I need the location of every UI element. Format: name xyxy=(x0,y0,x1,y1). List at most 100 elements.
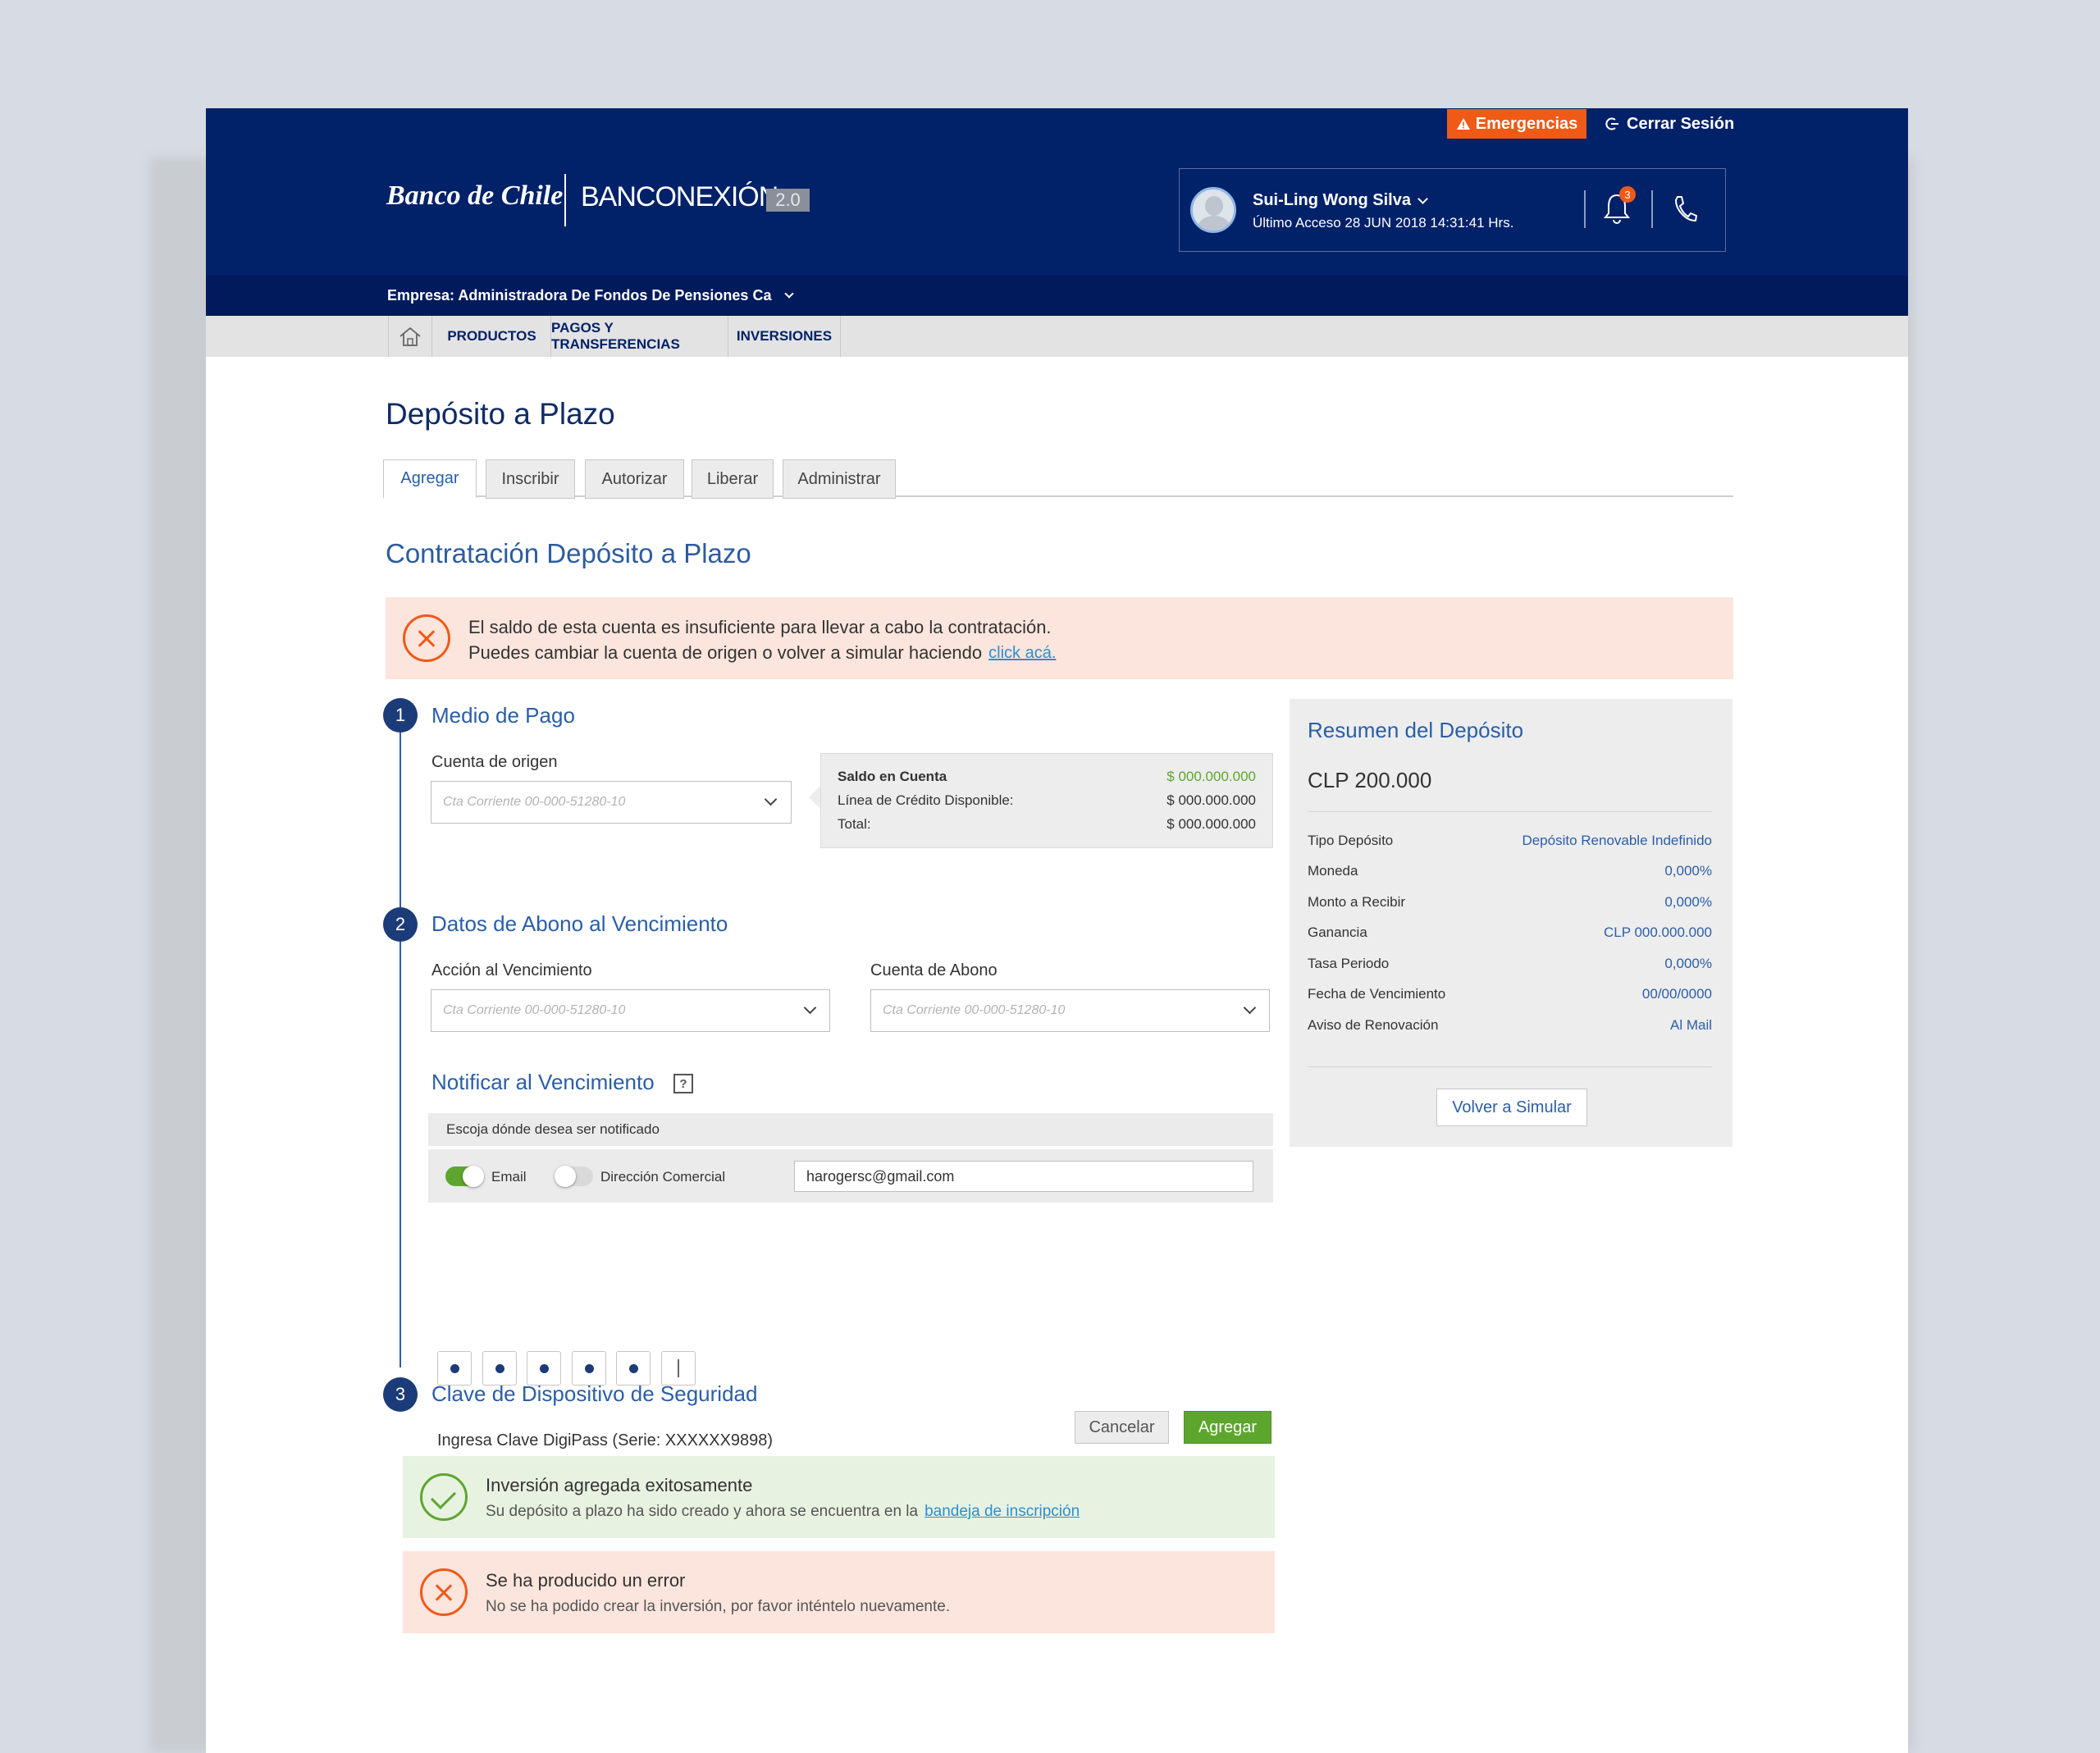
product-version-badge: 2.0 xyxy=(766,189,810,212)
error-icon xyxy=(420,1568,468,1616)
chevron-down-icon xyxy=(764,792,778,806)
cancel-button[interactable]: Cancelar xyxy=(1075,1411,1169,1444)
summary-label: Tipo Depósito xyxy=(1308,833,1394,848)
pin-digit[interactable] xyxy=(616,1351,651,1386)
summary-row: Moneda 0,000% xyxy=(1308,863,1712,879)
steps-line xyxy=(399,729,401,1367)
tab-administrar[interactable]: Administrar xyxy=(783,459,896,499)
success-text: Su depósito a plazo ha sido creado y aho… xyxy=(486,1503,919,1520)
success-alert xyxy=(403,1456,1275,1538)
logo-divider xyxy=(564,174,566,226)
resimulate-button[interactable]: Volver a Simular xyxy=(1436,1089,1587,1126)
summary-value: Depósito Renovable Indefinido xyxy=(1522,833,1712,848)
nav-pagos-transferencias[interactable]: PAGOS Y TRANSFERENCIAS xyxy=(551,316,728,357)
address-toggle[interactable] xyxy=(555,1166,593,1187)
error-icon xyxy=(403,614,450,662)
company-name: Empresa: Administradora De Fondos De Pen… xyxy=(387,287,772,304)
company-selector[interactable]: Empresa: Administradora De Fondos De Pen… xyxy=(387,287,795,304)
user-name: Sui-Ling Wong Silva xyxy=(1253,191,1411,209)
summary-value: 0,000% xyxy=(1664,894,1712,910)
chevron-down-icon xyxy=(1418,193,1428,204)
balance-label: Saldo en Cuenta xyxy=(838,769,947,784)
maturity-action-select[interactable]: Cta Corriente 00-000-51280-10 xyxy=(431,989,830,1032)
home-icon xyxy=(399,326,421,346)
summary-row: Tipo Depósito Depósito Renovable Indefini… xyxy=(1308,833,1712,849)
maturity-action-label: Acción al Vencimiento xyxy=(431,961,592,979)
nav-home[interactable] xyxy=(388,316,432,357)
summary-row: Ganancia CLP 000.000.000 xyxy=(1308,924,1712,941)
phone-icon[interactable] xyxy=(1671,194,1699,225)
email-field[interactable]: harogersc@gmail.com xyxy=(794,1161,1253,1192)
warning-icon xyxy=(1456,118,1470,130)
tab-autorizar[interactable]: Autorizar xyxy=(585,459,684,499)
resimulate-link[interactable]: click acá. xyxy=(988,644,1056,664)
tab-inscribir[interactable]: Inscribir xyxy=(486,459,575,499)
divider xyxy=(1651,190,1653,228)
origin-account-select[interactable]: Cta Corriente 00-000-51280-10 xyxy=(431,781,792,824)
nav-inversiones[interactable]: INVERSIONES xyxy=(728,316,841,357)
pin-digit[interactable] xyxy=(482,1351,517,1386)
summary-label: Fecha de Vencimiento xyxy=(1308,986,1446,1002)
summary-row: Fecha de Vencimiento 00/00/0000 xyxy=(1308,986,1712,1002)
maturity-action-placeholder: Cta Corriente 00-000-51280-10 xyxy=(443,1003,626,1017)
nav-productos[interactable]: PRODUCTOS xyxy=(433,316,551,357)
add-button[interactable]: Agregar xyxy=(1184,1411,1271,1444)
credit-account-select[interactable]: Cta Corriente 00-000-51280-10 xyxy=(870,989,1270,1032)
summary-label: Aviso de Renovación xyxy=(1308,1017,1439,1033)
user-menu[interactable]: Sui-Ling Wong Silva xyxy=(1253,191,1428,210)
last-access: Último Acceso 28 JUN 2018 14:31:41 Hrs. xyxy=(1253,215,1514,231)
credit-line-value: $ 000.000.000 xyxy=(1166,792,1256,808)
logout-icon xyxy=(1605,117,1618,130)
step-3-number: 3 xyxy=(383,1377,418,1412)
bank-logo: Banco de Chile xyxy=(386,180,564,211)
inscription-tray-link[interactable]: bandeja de inscripción xyxy=(924,1503,1080,1521)
summary-value: CLP 000.000.000 xyxy=(1603,924,1712,940)
credit-account-placeholder: Cta Corriente 00-000-51280-10 xyxy=(883,1003,1066,1017)
error-title: Se ha producido un error xyxy=(486,1570,686,1591)
summary-value: 00/00/0000 xyxy=(1641,986,1712,1002)
total-label: Total: xyxy=(838,816,871,832)
step-1-number: 1 xyxy=(383,698,418,733)
chevron-down-icon xyxy=(784,289,795,299)
logout-button[interactable]: Cerrar Sesión xyxy=(1605,112,1734,136)
total-row: Total: $ 000.000.000 xyxy=(838,816,1256,833)
step-1-title: Medio de Pago xyxy=(431,703,575,728)
total-value: $ 000.000.000 xyxy=(1166,816,1256,832)
digipass-label: Ingresa Clave DigiPass (Serie: XXXXXX989… xyxy=(437,1431,774,1449)
email-toggle-label: Email xyxy=(491,1169,527,1185)
emergency-button[interactable]: Emergencias xyxy=(1447,109,1586,139)
error-text: No se ha podido crear la inversión, por … xyxy=(486,1598,951,1615)
tab-agregar[interactable]: Agregar xyxy=(383,459,477,499)
divider xyxy=(1308,1066,1712,1067)
summary-row: Monto a Recibir 0,000% xyxy=(1308,894,1712,911)
pin-digit[interactable] xyxy=(527,1351,561,1386)
alert-line-1: El saldo de esta cuenta es insuficiente … xyxy=(468,617,1052,637)
summary-label: Tasa Periodo xyxy=(1308,956,1390,971)
logout-label: Cerrar Sesión xyxy=(1627,114,1735,133)
tab-liberar[interactable]: Liberar xyxy=(692,459,774,499)
alert-line-2: Puedes cambiar la cuenta de origen o vol… xyxy=(468,642,983,663)
origin-account-placeholder: Cta Corriente 00-000-51280-10 xyxy=(443,795,626,809)
summary-row: Aviso de Renovación Al Mail xyxy=(1308,1017,1712,1034)
pin-digit[interactable] xyxy=(437,1351,472,1386)
credit-account-label: Cuenta de Abono xyxy=(870,961,998,979)
check-icon xyxy=(420,1473,468,1521)
page-title: Depósito a Plazo xyxy=(386,397,615,431)
divider xyxy=(1308,811,1712,812)
emergency-label: Emergencias xyxy=(1475,114,1578,133)
pin-digit-active[interactable] xyxy=(661,1351,696,1386)
origin-account-label: Cuenta de origen xyxy=(431,753,558,771)
chevron-down-icon xyxy=(803,1001,817,1015)
insufficient-balance-alert xyxy=(386,597,1733,679)
summary-label: Ganancia xyxy=(1308,924,1367,940)
summary-value: Al Mail xyxy=(1669,1017,1712,1033)
browser-page: Emergencias Cerrar Sesión Banco de Chile… xyxy=(206,108,1908,1753)
balance-value: $ 000.000.000 xyxy=(1166,769,1256,784)
divider xyxy=(1584,190,1586,228)
help-icon[interactable]: ? xyxy=(673,1074,693,1093)
email-toggle[interactable] xyxy=(445,1166,484,1187)
avatar[interactable] xyxy=(1190,187,1236,233)
summary-amount: CLP 200.000 xyxy=(1308,768,1432,792)
pin-digit[interactable] xyxy=(572,1351,606,1386)
summary-row: Tasa Periodo 0,000% xyxy=(1308,956,1712,972)
